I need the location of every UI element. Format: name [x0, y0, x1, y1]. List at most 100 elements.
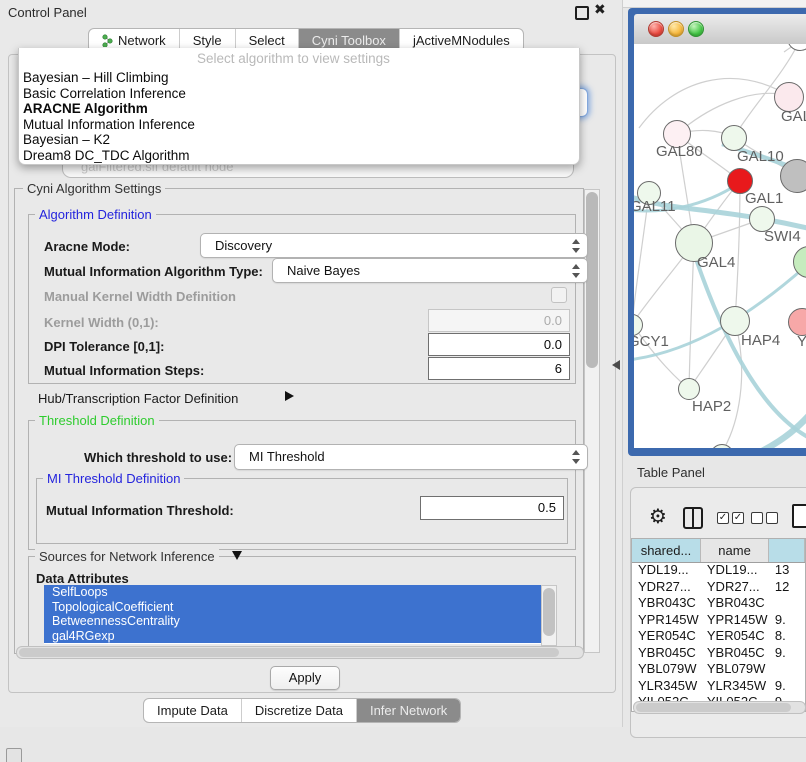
settings-scrollbar-thumb[interactable] — [586, 192, 598, 368]
minimize-traffic-light[interactable] — [668, 21, 684, 37]
data-attribute-item[interactable]: SelfLoops — [44, 585, 541, 600]
column-header[interactable]: shared... — [632, 539, 701, 562]
table-cell: YBR045C — [701, 645, 769, 662]
table-cell: YBR045C — [632, 645, 701, 662]
tab-impute-data[interactable]: Impute Data — [144, 699, 241, 722]
settings-hscrollbar[interactable] — [16, 646, 584, 659]
which-threshold-value: MI Threshold — [249, 449, 325, 464]
table-row[interactable]: YPR145WYPR145W9. — [632, 612, 805, 629]
table-row[interactable]: YER054CYER054C8. — [632, 628, 805, 645]
dpi-tolerance-input[interactable]: 0.0 — [428, 333, 570, 356]
float-window-icon[interactable] — [575, 6, 589, 20]
which-threshold-combobox[interactable]: MI Threshold — [234, 444, 588, 470]
aracne-mode-combobox[interactable]: Discovery — [200, 233, 588, 258]
table-cell: YLR345W — [701, 678, 769, 695]
data-attribute-item[interactable]: gal4RGexp — [44, 629, 541, 644]
unchecked-checkbox-icon[interactable] — [766, 512, 778, 524]
table-row[interactable]: YDL19...YDL19...13 — [632, 562, 805, 579]
table-cell: YDL19... — [701, 562, 769, 579]
algorithm-option[interactable]: Dream8 DC_TDC Algorithm — [23, 148, 575, 164]
mi-threshold-input[interactable]: 0.5 — [420, 496, 564, 520]
close-traffic-light[interactable] — [648, 21, 664, 37]
network-node[interactable] — [678, 378, 700, 400]
node-label: HAP4 — [741, 332, 780, 349]
kernel-width-label: Kernel Width (0,1): — [44, 315, 159, 330]
sources-collapse-icon[interactable] — [232, 551, 242, 560]
column-header[interactable]: name — [701, 539, 769, 562]
table-row[interactable]: YBR045CYBR045C9. — [632, 645, 805, 662]
mi-threshold-group-title: MI Threshold Definition — [43, 471, 184, 486]
algorithm-dropdown-popup: Select algorithm to view settings Bayesi… — [18, 48, 580, 165]
data-attributes-label: Data Attributes — [36, 571, 129, 586]
tab-label: Discretize Data — [255, 699, 343, 722]
manual-kernel-checkbox[interactable] — [551, 287, 567, 303]
dpi-tolerance-label: DPI Tolerance [0,1]: — [44, 339, 164, 354]
data-attribute-item[interactable]: BetweennessCentrality — [44, 614, 541, 629]
table-cell: YBR043C — [701, 595, 769, 612]
table-cell: 12 — [769, 579, 805, 596]
table-row[interactable]: YBR043CYBR043C — [632, 595, 805, 612]
gear-icon[interactable]: ⚙ — [649, 506, 667, 526]
tab-infer-network[interactable]: Infer Network — [356, 699, 460, 722]
algorithm-dropdown-placeholder: Select algorithm to view settings — [197, 51, 390, 66]
columns-icon[interactable] — [683, 507, 703, 529]
algorithm-option[interactable]: Bayesian – K2 — [23, 132, 575, 148]
document-icon[interactable] — [792, 504, 806, 528]
data-attributes-list: SelfLoopsTopologicalCoefficientBetweenne… — [44, 585, 541, 644]
control-panel-window: Control Panel ✖ Network Style Select Cyn… — [0, 0, 623, 727]
table-cell: YBL079W — [701, 661, 769, 678]
network-window-titlebar[interactable] — [634, 14, 806, 45]
node-label: HAP2 — [692, 398, 731, 415]
network-canvas[interactable]: GALGAL80GAL10GAL1GAL11SWI4GAL4GCY1HAP4YH… — [634, 44, 806, 448]
table-hscrollbar-thumb[interactable] — [636, 703, 791, 712]
table-cell — [769, 595, 805, 612]
algorithm-option[interactable]: ARACNE Algorithm — [23, 101, 575, 117]
table-hscrollbar[interactable] — [633, 701, 806, 714]
table-cell: 8. — [769, 628, 805, 645]
table-cell: YDR27... — [632, 579, 701, 596]
algorithm-option[interactable]: Basic Correlation Inference — [23, 86, 575, 102]
checked-checkbox-icon[interactable]: ✓ — [732, 512, 744, 524]
table-cell: 13 — [769, 562, 805, 579]
hub-expander-icon[interactable] — [285, 391, 294, 401]
node-label: GAL10 — [737, 148, 784, 165]
unchecked-checkbox-icon[interactable] — [751, 512, 763, 524]
algorithm-option[interactable]: Bayesian – Hill Climbing — [23, 70, 575, 86]
table-row[interactable]: YBL079WYBL079W — [632, 661, 805, 678]
table-cell: YBL079W — [632, 661, 701, 678]
table-cell: YDL19... — [632, 562, 701, 579]
node-label: GAL11 — [634, 198, 676, 215]
collapse-panel-arrow-icon[interactable] — [612, 360, 620, 370]
zoom-traffic-light[interactable] — [688, 21, 704, 37]
resize-grip[interactable] — [6, 748, 22, 762]
network-icon — [102, 34, 113, 47]
threshold-definition-title: Threshold Definition — [35, 413, 159, 428]
table-cell: 9. — [769, 612, 805, 629]
stepper-icon — [571, 264, 580, 278]
data-attribute-item[interactable]: TopologicalCoefficient — [44, 600, 541, 615]
algorithm-option[interactable]: Mutual Information Inference — [23, 117, 575, 133]
aracne-mode-label: Aracne Mode: — [44, 239, 130, 254]
attributes-scrollbar-thumb[interactable] — [543, 588, 555, 636]
attributes-scrollbar[interactable] — [541, 585, 557, 646]
network-node[interactable] — [780, 159, 806, 193]
mi-steps-input[interactable]: 6 — [428, 357, 570, 380]
node-label: GAL — [781, 108, 806, 125]
table-panel-title: Table Panel — [637, 465, 705, 480]
settings-hscrollbar-thumb[interactable] — [19, 648, 559, 657]
screenshot-root: Control Panel ✖ Network Style Select Cyn… — [0, 0, 806, 762]
kernel-width-input[interactable]: 0.0 — [428, 309, 570, 332]
stepper-icon — [571, 450, 580, 464]
manual-kernel-label: Manual Kernel Width Definition — [44, 289, 236, 304]
checked-checkbox-icon[interactable]: ✓ — [717, 512, 729, 524]
table-row[interactable]: YDR27...YDR27...12 — [632, 579, 805, 596]
node-label: GAL1 — [745, 190, 783, 207]
table-row[interactable]: YLR345WYLR345W9. — [632, 678, 805, 695]
tab-discretize-data[interactable]: Discretize Data — [241, 699, 356, 722]
column-header[interactable] — [769, 539, 805, 562]
algorithm-definition-title: Algorithm Definition — [35, 207, 156, 222]
mi-type-combobox[interactable]: Naive Bayes — [272, 258, 588, 283]
apply-button[interactable]: Apply — [270, 666, 340, 690]
mi-threshold-label: Mutual Information Threshold: — [46, 503, 234, 518]
close-icon[interactable]: ✖ — [594, 2, 606, 18]
